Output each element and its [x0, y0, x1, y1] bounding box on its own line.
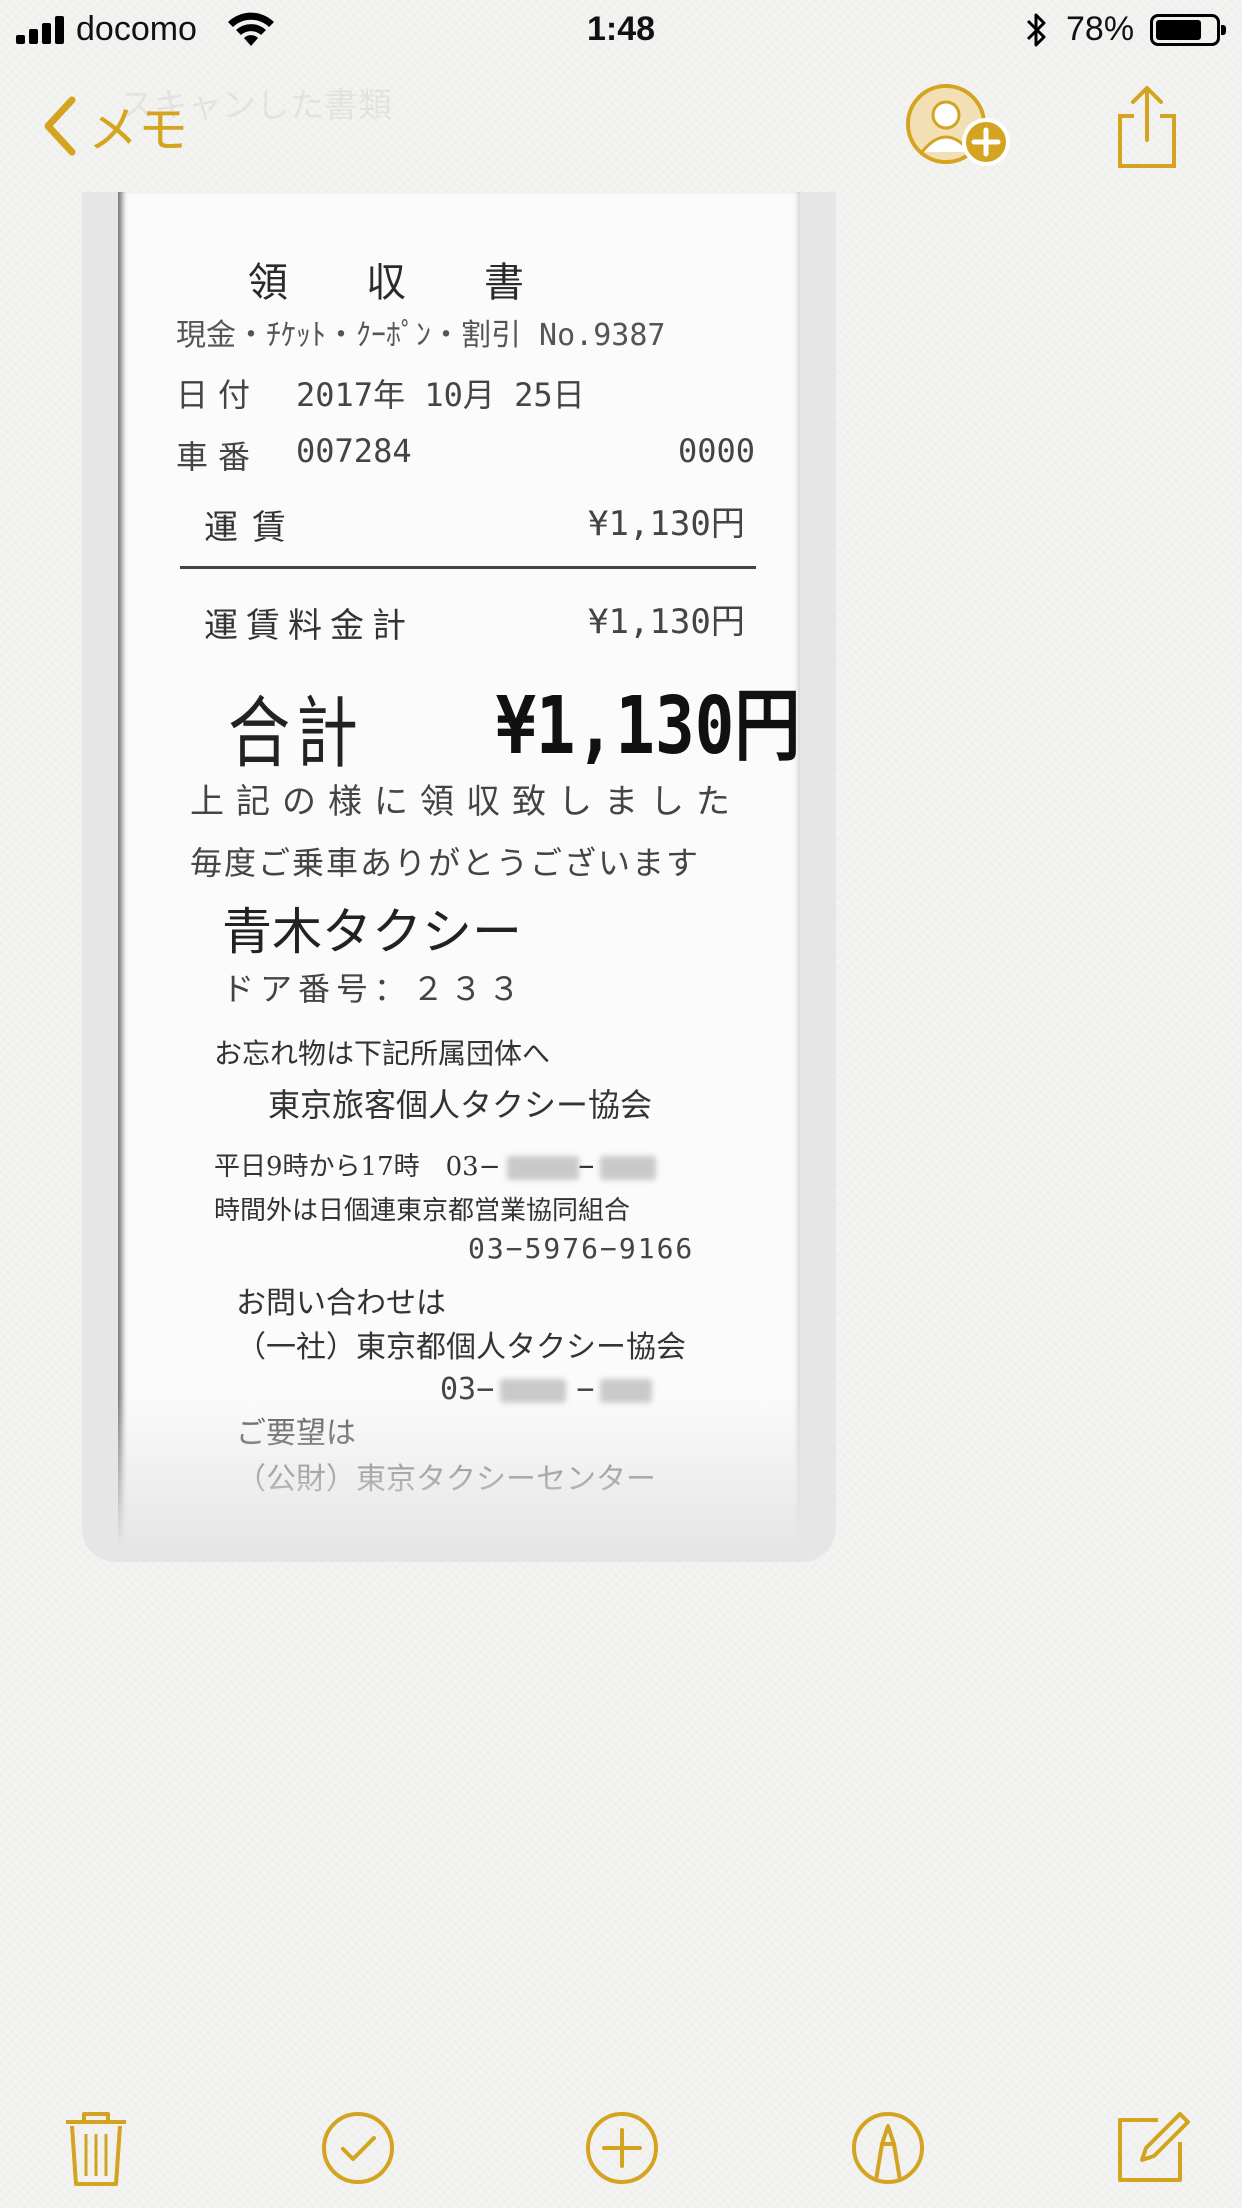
- receipt-thanks-line-1: 上記の様に領収致しました: [190, 782, 742, 822]
- bluetooth-icon: [1026, 13, 1046, 47]
- receipt-car-number: 007284: [296, 432, 412, 470]
- battery-percent: 78%: [1066, 10, 1135, 48]
- back-label: メモ: [88, 101, 188, 159]
- scanned-document[interactable]: 領収書 現金・ﾁｹｯﾄ・ｸｰﾎﾟﾝ・割引 No.9387 日付 2017年 10…: [82, 192, 836, 1562]
- receipt-weekday-hours: 平日9時から17時 03− −: [214, 1146, 657, 1183]
- markup-button[interactable]: [848, 2108, 928, 2188]
- receipt-after-hours-phone: 03−5976−9166: [468, 1232, 695, 1265]
- checklist-icon: [322, 2112, 394, 2184]
- add-people-button[interactable]: [904, 82, 1014, 174]
- status-bar: docomo 1:48 78%: [0, 0, 1242, 62]
- receipt-fare-total-value: ¥1,130円: [588, 602, 745, 642]
- receipt-thanks-line-2: 毎度ご乗車ありがとうございます: [190, 844, 701, 882]
- battery-fill: [1156, 20, 1201, 40]
- receipt-car-label: 車番: [176, 438, 261, 476]
- back-button[interactable]: メモ: [40, 86, 188, 166]
- receipt-contact-phone-text: 03−: [440, 1372, 495, 1407]
- chevron-left-icon: [44, 96, 76, 156]
- battery-icon: [1150, 14, 1226, 46]
- trash-icon: [66, 2112, 126, 2186]
- receipt-fare-value: ¥1,130円: [588, 504, 745, 544]
- receipt-payment-line: 現金・ﾁｹｯﾄ・ｸｰﾎﾟﾝ・割引 No.9387: [176, 318, 666, 353]
- clock: 1:48: [586, 10, 656, 48]
- add-icon: [586, 2112, 658, 2184]
- receipt-image: 領収書 現金・ﾁｹｯﾄ・ｸｰﾎﾟﾝ・割引 No.9387 日付 2017年 10…: [118, 192, 800, 1562]
- receipt-code: 0000: [678, 432, 756, 470]
- redacted-phone-part: [600, 1378, 653, 1403]
- receipt-request-line-2: （公財）東京タクシーセンター: [236, 1462, 656, 1497]
- compose-icon: [1118, 2112, 1190, 2182]
- receipt-contact-phone: 03− −: [440, 1372, 653, 1407]
- markup-icon: [852, 2112, 924, 2184]
- redacted-phone-part: [506, 1156, 579, 1180]
- receipt-divider: [180, 566, 756, 569]
- receipt-contact-line-1: お問い合わせは: [236, 1286, 446, 1321]
- receipt-lost-items-line-2: 東京旅客個人タクシー協会: [268, 1086, 653, 1124]
- receipt-lost-items-line-1: お忘れ物は下記所属団体へ: [214, 1037, 551, 1070]
- bottom-toolbar: [0, 2090, 1242, 2190]
- receipt-title: 領収書: [248, 260, 602, 306]
- receipt-date: 2017年 10月 25日: [296, 376, 585, 414]
- receipt-weekday-hours-text: 平日9時から17時 03−: [214, 1152, 501, 1182]
- receipt-date-label: 日付: [176, 376, 261, 414]
- receipt-request-line-1: ご要望は: [236, 1416, 356, 1451]
- receipt-company-name: 青木タクシー: [222, 903, 522, 961]
- receipt-fare-total-label: 運賃料金計: [204, 606, 414, 646]
- redacted-phone-part: [500, 1378, 567, 1403]
- navigation-bar: スキャンした書類 メモ: [0, 62, 1242, 188]
- redacted-phone-part: [600, 1156, 657, 1180]
- receipt-contact-line-2: （一社）東京都個人タクシー協会: [236, 1330, 686, 1365]
- compose-button[interactable]: [1112, 2108, 1192, 2188]
- checklist-button[interactable]: [318, 2108, 398, 2188]
- add-button[interactable]: [582, 2108, 662, 2188]
- receipt-after-hours-line: 時間外は日個連東京都営業協同組合: [214, 1196, 631, 1226]
- receipt-total-label: 合計: [228, 687, 365, 779]
- receipt-total-value: ¥1,130円: [496, 680, 801, 773]
- receipt-door-number: ドア番号：２３３: [222, 970, 527, 1008]
- delete-button[interactable]: [56, 2108, 136, 2188]
- receipt-fare-label: 運賃: [204, 508, 300, 548]
- share-button[interactable]: [1112, 82, 1182, 172]
